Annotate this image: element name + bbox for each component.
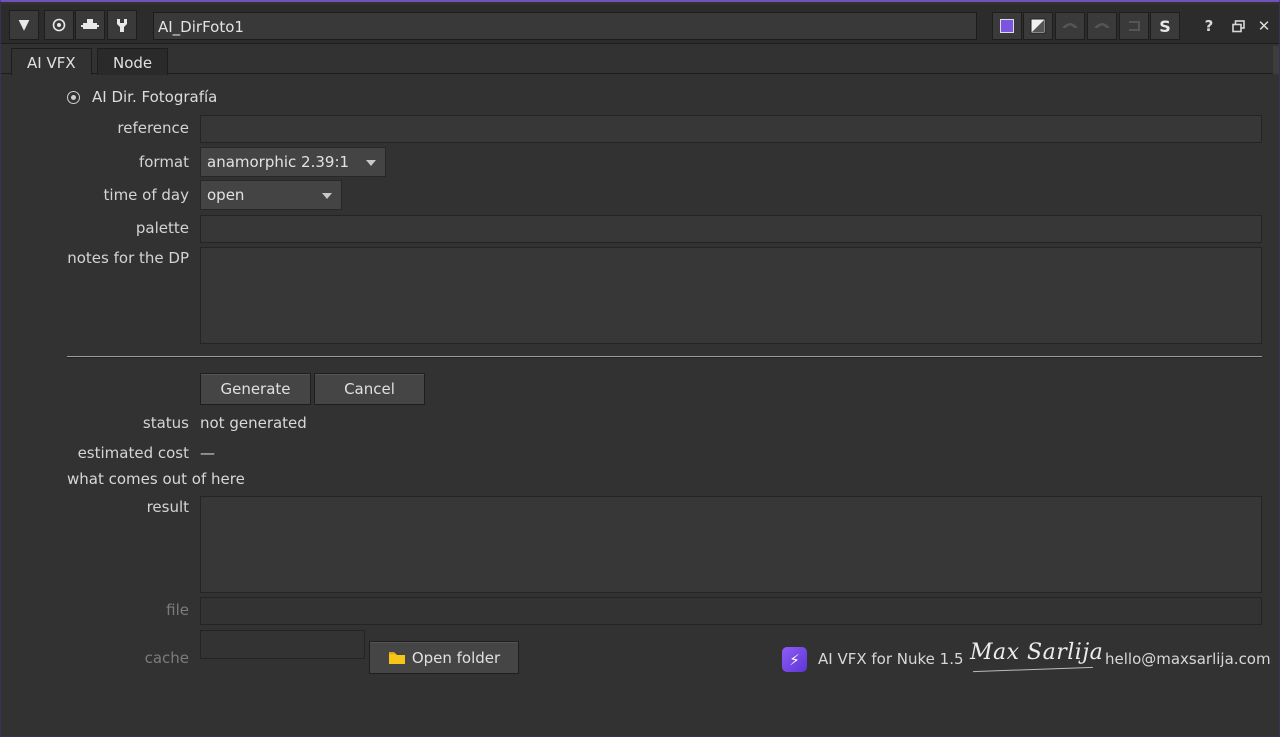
tab-node[interactable]: Node (97, 48, 169, 75)
status-value: not generated (200, 414, 307, 432)
close-icon: ✕ (1257, 17, 1271, 35)
revert-button[interactable] (1119, 12, 1149, 40)
time-of-day-dropdown[interactable]: open (200, 180, 342, 210)
section-title: AI Dir. Fotografía (92, 88, 218, 106)
properties-panel: ▼ AI_DirFoto1 S ? ✕ AI VFX Node AI Dir. … (0, 0, 1280, 737)
center-node-button[interactable] (44, 10, 74, 40)
output-heading: what comes out of here (67, 470, 245, 488)
gl-color-button[interactable] (1023, 12, 1053, 40)
estimated-cost-value: — (200, 444, 215, 462)
palette-input[interactable] (200, 215, 1262, 243)
section-toggle[interactable] (67, 91, 80, 104)
script-button[interactable]: S (1150, 12, 1180, 40)
result-label: result (146, 498, 189, 516)
slash-swatch-icon (1030, 18, 1046, 34)
format-label: format (138, 153, 189, 171)
contact-email[interactable]: hello@maxsarlija.com (1105, 650, 1271, 668)
product-name: AI VFX for Nuke 1.5 (818, 650, 964, 668)
open-folder-label: Open folder (411, 648, 501, 667)
chevron-down-icon (322, 193, 332, 199)
tab-ai-vfx[interactable]: AI VFX (11, 48, 92, 75)
palette-label: palette (135, 219, 189, 237)
signature-logo: Max Sarlija (970, 640, 1104, 665)
close-button[interactable]: ✕ (1253, 16, 1275, 36)
undo-icon (1062, 23, 1078, 28)
section-divider (67, 356, 1262, 358)
target-icon (52, 18, 66, 32)
restore-button[interactable] (1227, 16, 1249, 36)
estimated-cost-label: estimated cost (77, 444, 189, 462)
help-button[interactable]: ? (1198, 16, 1220, 36)
wrench-icon (117, 19, 127, 32)
node-color-button[interactable] (992, 12, 1022, 40)
notes-label: notes for the DP (67, 249, 189, 267)
triangle-down-icon: ▼ (18, 17, 30, 33)
redo-icon (1094, 23, 1110, 28)
open-folder-button[interactable]: Open folder (369, 641, 519, 674)
cancel-button[interactable]: Cancel (314, 373, 425, 405)
result-textarea[interactable] (200, 496, 1262, 593)
folder-icon (388, 652, 405, 664)
file-input[interactable] (200, 597, 1262, 625)
time-of-day-value: open (207, 186, 245, 204)
float-panel-button[interactable] (75, 10, 105, 40)
cache-label: cache (144, 649, 189, 667)
notes-textarea[interactable] (200, 247, 1262, 344)
revert-icon (1129, 21, 1140, 31)
format-dropdown[interactable]: anamorphic 2.39:1 (200, 147, 386, 177)
scrollbar[interactable] (1273, 46, 1279, 74)
undo-button[interactable] (1055, 12, 1085, 40)
panel-header: ▼ AI_DirFoto1 S ? ✕ (1, 4, 1279, 44)
reference-input[interactable] (200, 115, 1262, 143)
file-label: file (166, 601, 189, 619)
bolt-icon: ⚡ (782, 647, 807, 672)
help-icon: ? (1204, 17, 1214, 35)
edit-knobs-button[interactable] (107, 10, 137, 40)
generate-button[interactable]: Generate (200, 373, 311, 405)
cache-input[interactable] (200, 630, 365, 659)
tab-bar: AI VFX Node (1, 44, 1279, 75)
redo-button[interactable] (1087, 12, 1117, 40)
format-value: anamorphic 2.39:1 (207, 153, 350, 171)
pin-icon (81, 19, 99, 29)
purple-swatch-icon (1000, 19, 1014, 33)
reference-label: reference (117, 119, 189, 137)
s-icon: S (1159, 16, 1171, 36)
node-name-field[interactable]: AI_DirFoto1 (153, 12, 977, 40)
signature-underline (973, 666, 1093, 673)
chevron-down-icon (366, 160, 376, 166)
time-of-day-label: time of day (103, 186, 189, 204)
collapse-button[interactable]: ▼ (9, 10, 39, 40)
status-label: status (142, 414, 189, 432)
restore-icon (1231, 19, 1245, 32)
